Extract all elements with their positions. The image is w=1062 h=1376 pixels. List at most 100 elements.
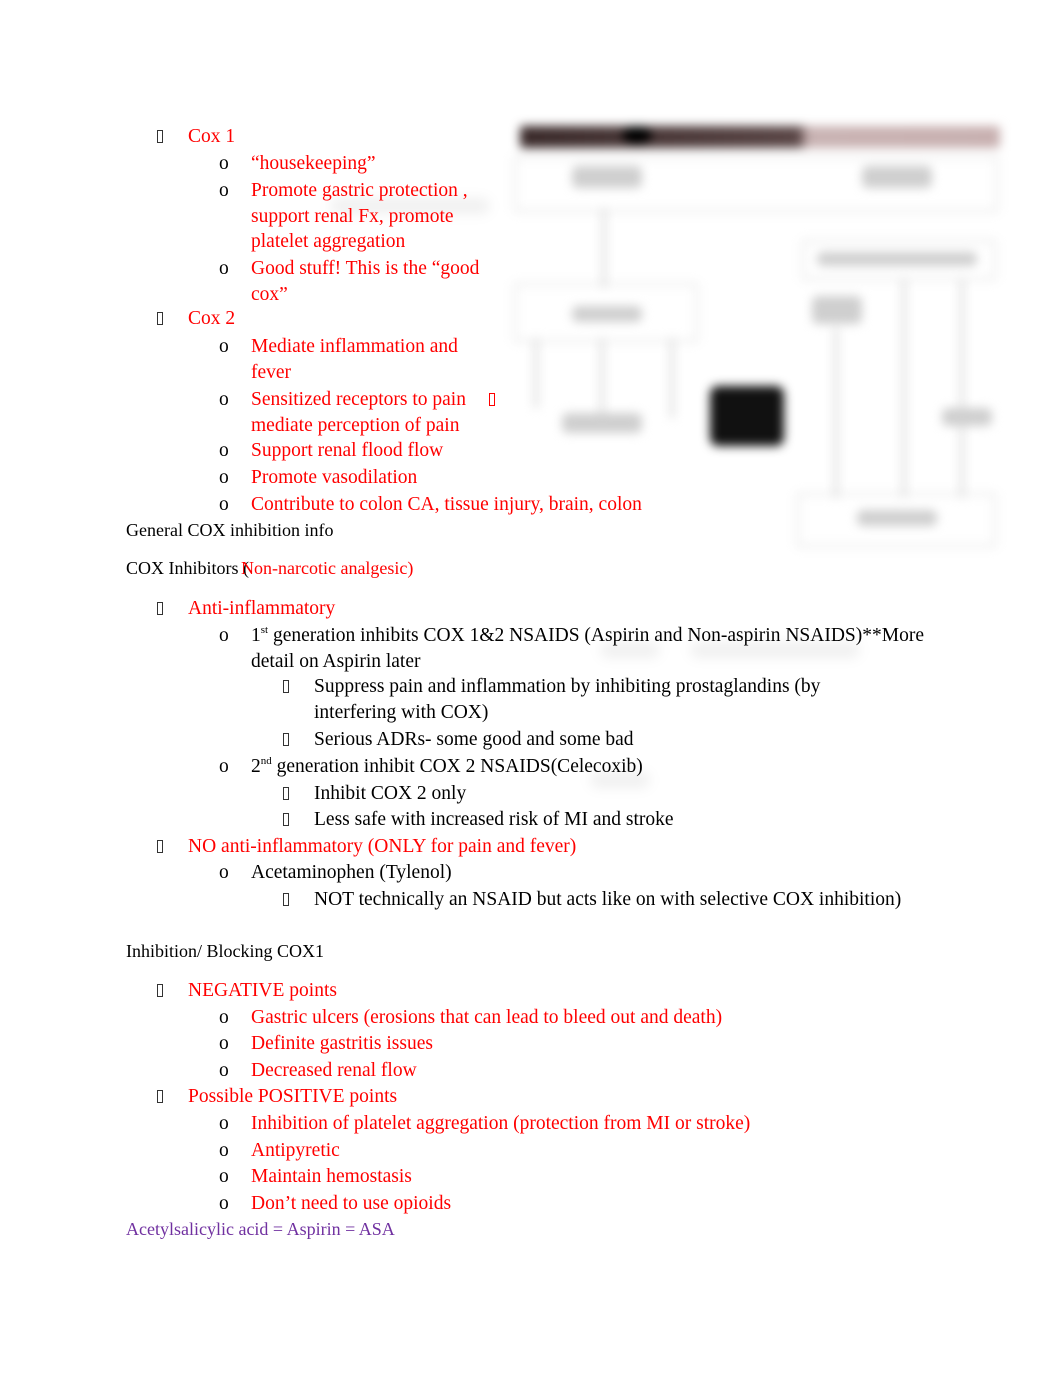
square-bullet-icon (157, 984, 163, 997)
o-bullet-icon: o (219, 336, 229, 357)
list-item: o (219, 151, 229, 177)
blurred-cox-pathway-diagram (512, 118, 1002, 548)
list-item: o (219, 1138, 229, 1164)
cox2-item-text: Sensitized receptors to pain (251, 389, 466, 410)
list-item (283, 781, 289, 807)
square-bullet-icon (157, 840, 163, 853)
list-item: o (219, 334, 229, 360)
inhibitors-heading-red: Non-narcotic analgesic) (241, 558, 414, 578)
positive-item: Antipyretic (251, 1140, 340, 1161)
diagram-connector (960, 278, 964, 498)
acetaminophen-subitem: NOT technically an NSAID but acts like o… (314, 889, 902, 910)
diagram-leaf-label (942, 408, 992, 426)
o-bullet-icon: o (219, 625, 229, 646)
o-bullet-icon: o (219, 1113, 229, 1134)
negative-item: Gastric ulcers (erosions that can lead t… (251, 1007, 723, 1028)
cox2-item-text: fever (251, 362, 292, 383)
negative-heading: NEGATIVE points (188, 980, 337, 1001)
cox2-item-text: Contribute to colon CA, tissue injury, b… (251, 494, 642, 515)
square-bullet-icon (157, 312, 163, 325)
cox2-item-text: mediate perception of pain (251, 415, 460, 436)
gen2-sup: nd (260, 755, 272, 767)
diagram-connector (670, 338, 674, 418)
diagram-right-sub-label (812, 296, 862, 324)
list-item: o (219, 178, 229, 204)
cox2-item-text: Support renal flood flow (251, 440, 444, 461)
cox2-heading: Cox 2 (188, 308, 236, 329)
inhibition-heading: Inhibition/ Blocking COX1 (126, 941, 324, 961)
o-bullet-icon: o (219, 440, 229, 461)
no-anti-inflammatory-row: NO anti-inflammatory (ONLY for pain and … (157, 834, 576, 860)
gen1-num: 1 (251, 625, 261, 646)
square-bullet-icon (283, 787, 289, 800)
cox1-item-text: Promote gastric protection , (251, 180, 468, 201)
cox1-heading-row: Cox 1 (157, 124, 235, 150)
list-item: o (219, 492, 229, 518)
gen1-subitem: Suppress pain and inflammation by inhibi… (314, 676, 821, 697)
diagram-leaf-label (562, 413, 642, 433)
cox2-item-text: Mediate inflammation and (251, 336, 458, 357)
square-bullet-icon (157, 1090, 163, 1103)
square-bullet-icon (283, 893, 289, 906)
list-item: o (219, 1111, 229, 1137)
o-bullet-icon: o (219, 756, 229, 777)
list-item: o (219, 387, 229, 413)
cox1-item-text: cox” (251, 284, 288, 305)
list-item: o (219, 1031, 229, 1057)
cox2-heading-row: Cox 2 (157, 306, 235, 332)
gen1-subitem: Serious ADRs- some good and some bad (314, 729, 634, 750)
gen2-body: generation inhibit COX 2 NSAIDS(Celecoxi… (271, 756, 643, 777)
cox2-item-text: Promote vasodilation (251, 467, 418, 488)
cox1-heading: Cox 1 (188, 126, 236, 147)
diagram-connector (834, 328, 838, 498)
diagram-title-dot (622, 126, 652, 144)
diagram-right-label (817, 252, 977, 266)
no-anti-inflammatory-heading: NO anti-inflammatory (ONLY for pain and … (188, 836, 577, 857)
gen1-subitem: interfering with COX) (314, 702, 489, 723)
square-bullet-icon (157, 602, 163, 615)
o-bullet-icon: o (219, 1166, 229, 1187)
list-item: o (219, 1058, 229, 1084)
o-bullet-icon: o (219, 1193, 229, 1214)
gen1-sup: st (260, 624, 269, 636)
list-item: o (219, 465, 229, 491)
list-item (283, 674, 289, 700)
gen2-subitem: Inhibit COX 2 only (314, 783, 467, 804)
o-bullet-icon: o (219, 1140, 229, 1161)
diagram-connector (602, 208, 606, 288)
anti-inflammatory-row: Anti-inflammatory (157, 596, 335, 622)
o-bullet-icon: o (219, 1033, 229, 1054)
list-item (283, 807, 289, 833)
diagram-connector (534, 338, 538, 408)
o-bullet-icon: o (219, 467, 229, 488)
positive-row: Possible POSITIVE points (157, 1084, 397, 1110)
gen2-subitem: Less safe with increased risk of MI and … (314, 809, 674, 830)
diagram-cox1-label (572, 166, 642, 188)
inhibitors-heading: COX Inhibitors (Non-narcotic analgesic) (126, 555, 413, 581)
list-item: o (219, 1191, 229, 1217)
o-bullet-icon: o (219, 1007, 229, 1028)
o-bullet-icon: o (219, 258, 229, 279)
list-item (283, 727, 289, 753)
gen1-text: 1st generation inhibits COX 1&2 NSAIDS (… (251, 623, 924, 649)
missing-glyph-icon (489, 393, 495, 406)
inhibitors-heading-black: COX Inhibitors ( (126, 558, 249, 578)
square-bullet-icon (283, 680, 289, 693)
o-bullet-icon: o (219, 180, 229, 201)
anti-inflammatory-heading: Anti-inflammatory (188, 598, 336, 619)
general-heading: General COX inhibition info (126, 520, 334, 540)
list-item: o (219, 438, 229, 464)
o-bullet-icon: o (219, 1060, 229, 1081)
gen1-cont: detail on Aspirin later (251, 651, 421, 672)
list-item: o (219, 623, 229, 649)
cox1-item-text: Good stuff! This is the “good (251, 258, 480, 279)
acetaminophen-item: Acetaminophen (Tylenol) (251, 862, 452, 883)
diagram-left-label (572, 306, 642, 322)
gen1-body: generation inhibits COX 1&2 NSAIDS (Aspi… (268, 625, 925, 646)
cox1-item-text: support renal Fx, promote (251, 206, 454, 227)
diagram-connector (902, 278, 906, 498)
negative-item: Definite gastritis issues (251, 1033, 433, 1054)
square-bullet-icon (283, 733, 289, 746)
square-bullet-icon (157, 130, 163, 143)
list-item: o (219, 256, 229, 282)
